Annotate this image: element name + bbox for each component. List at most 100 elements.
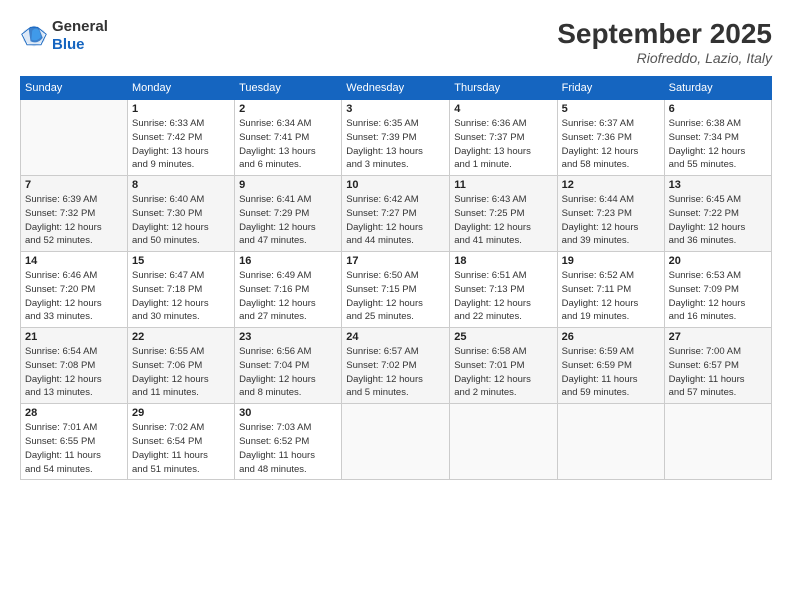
day-number: 6 [669, 103, 767, 115]
calendar-cell: 4Sunrise: 6:36 AMSunset: 7:37 PMDaylight… [450, 100, 557, 176]
weekday-header: Thursday [450, 77, 557, 100]
calendar-cell: 26 Sunrise: 6:59 AMSunset: 6:59 PMDayligh… [557, 328, 664, 404]
calendar: SundayMondayTuesdayWednesdayThursdayFrid… [20, 76, 772, 480]
calendar-cell: 14 Sunrise: 6:46 AMSunset: 7:20 PMDayligh… [21, 252, 128, 328]
weekday-header: Wednesday [342, 77, 450, 100]
calendar-week-row: 1 Sunrise: 6:33 AMSunset: 7:42 PMDaylight… [21, 100, 772, 176]
weekday-header: Saturday [664, 77, 771, 100]
calendar-cell: 2Sunrise: 6:34 AMSunset: 7:41 PMDaylight… [235, 100, 342, 176]
day-number: 20 [669, 255, 767, 267]
calendar-cell: 11 Sunrise: 6:43 AMSunset: 7:25 PMDayligh… [450, 176, 557, 252]
calendar-cell: 21Sunrise: 6:54 AMSunset: 7:08 PMDayligh… [21, 328, 128, 404]
calendar-cell [342, 404, 450, 480]
day-info: Sunrise: 6:45 AMSunset: 7:22 PMDaylight:… [669, 193, 767, 248]
calendar-cell: 10Sunrise: 6:42 AMSunset: 7:27 PMDayligh… [342, 176, 450, 252]
day-info: Sunrise: 6:47 AMSunset: 7:18 PMDaylight:… [132, 269, 230, 324]
day-number: 14 [25, 255, 123, 267]
calendar-cell: 8 Sunrise: 6:40 AMSunset: 7:30 PMDaylight… [128, 176, 235, 252]
calendar-cell [450, 404, 557, 480]
day-number: 9 [239, 179, 337, 191]
calendar-cell: 1 Sunrise: 6:33 AMSunset: 7:42 PMDaylight… [128, 100, 235, 176]
day-info: Sunrise: 6:33 AMSunset: 7:42 PMDaylight:… [132, 117, 230, 172]
weekday-header: Sunday [21, 77, 128, 100]
calendar-cell: 24 Sunrise: 6:57 AMSunset: 7:02 PMDayligh… [342, 328, 450, 404]
calendar-cell: 5Sunrise: 6:37 AMSunset: 7:36 PMDaylight… [557, 100, 664, 176]
day-number: 16 [239, 255, 337, 267]
day-number: 17 [346, 255, 445, 267]
day-info: Sunrise: 7:01 AMSunset: 6:55 PMDaylight:… [25, 421, 123, 476]
day-info: Sunrise: 7:00 AMSunset: 6:57 PMDaylight:… [669, 345, 767, 400]
day-info: Sunrise: 6:41 AMSunset: 7:29 PMDaylight:… [239, 193, 337, 248]
weekday-header: Monday [128, 77, 235, 100]
day-info: Sunrise: 6:42 AMSunset: 7:27 PMDaylight:… [346, 193, 445, 248]
page: General Blue September 2025 Riofreddo, L… [0, 0, 792, 612]
day-number: 7 [25, 179, 123, 191]
calendar-cell: 20Sunrise: 6:53 AMSunset: 7:09 PMDayligh… [664, 252, 771, 328]
logo-text: General Blue [52, 18, 108, 54]
day-info: Sunrise: 6:56 AMSunset: 7:04 PMDaylight:… [239, 345, 337, 400]
day-number: 8 [132, 179, 230, 191]
weekday-header: Tuesday [235, 77, 342, 100]
day-info: Sunrise: 6:51 AMSunset: 7:13 PMDaylight:… [454, 269, 552, 324]
calendar-cell [21, 100, 128, 176]
day-info: Sunrise: 6:50 AMSunset: 7:15 PMDaylight:… [346, 269, 445, 324]
calendar-cell: 6 Sunrise: 6:38 AMSunset: 7:34 PMDaylight… [664, 100, 771, 176]
day-info: Sunrise: 6:40 AMSunset: 7:30 PMDaylight:… [132, 193, 230, 248]
calendar-cell: 13 Sunrise: 6:45 AMSunset: 7:22 PMDayligh… [664, 176, 771, 252]
calendar-cell: 27 Sunrise: 7:00 AMSunset: 6:57 PMDayligh… [664, 328, 771, 404]
calendar-cell: 15 Sunrise: 6:47 AMSunset: 7:18 PMDayligh… [128, 252, 235, 328]
calendar-cell: 23 Sunrise: 6:56 AMSunset: 7:04 PMDayligh… [235, 328, 342, 404]
calendar-cell: 22 Sunrise: 6:55 AMSunset: 7:06 PMDayligh… [128, 328, 235, 404]
calendar-week-row: 7 Sunrise: 6:39 AMSunset: 7:32 PMDaylight… [21, 176, 772, 252]
day-number: 23 [239, 331, 337, 343]
calendar-cell [664, 404, 771, 480]
day-number: 12 [562, 179, 660, 191]
month-title: September 2025 [557, 18, 772, 50]
day-info: Sunrise: 6:59 AMSunset: 6:59 PMDaylight:… [562, 345, 660, 400]
day-info: Sunrise: 6:44 AMSunset: 7:23 PMDaylight:… [562, 193, 660, 248]
calendar-cell: 28 Sunrise: 7:01 AMSunset: 6:55 PMDayligh… [21, 404, 128, 480]
calendar-cell: 7 Sunrise: 6:39 AMSunset: 7:32 PMDaylight… [21, 176, 128, 252]
day-number: 1 [132, 103, 230, 115]
day-info: Sunrise: 6:34 AMSunset: 7:41 PMDaylight:… [239, 117, 337, 172]
day-number: 29 [132, 407, 230, 419]
weekday-header: Friday [557, 77, 664, 100]
calendar-cell: 19Sunrise: 6:52 AMSunset: 7:11 PMDayligh… [557, 252, 664, 328]
day-number: 11 [454, 179, 552, 191]
day-number: 27 [669, 331, 767, 343]
calendar-cell [557, 404, 664, 480]
day-info: Sunrise: 6:52 AMSunset: 7:11 PMDaylight:… [562, 269, 660, 324]
day-number: 22 [132, 331, 230, 343]
day-info: Sunrise: 6:55 AMSunset: 7:06 PMDaylight:… [132, 345, 230, 400]
day-info: Sunrise: 6:43 AMSunset: 7:25 PMDaylight:… [454, 193, 552, 248]
location: Riofreddo, Lazio, Italy [557, 50, 772, 66]
logo: General Blue [20, 18, 108, 54]
day-info: Sunrise: 6:35 AMSunset: 7:39 PMDaylight:… [346, 117, 445, 172]
day-number: 13 [669, 179, 767, 191]
calendar-week-row: 14 Sunrise: 6:46 AMSunset: 7:20 PMDayligh… [21, 252, 772, 328]
calendar-cell: 29 Sunrise: 7:02 AMSunset: 6:54 PMDayligh… [128, 404, 235, 480]
day-info: Sunrise: 6:46 AMSunset: 7:20 PMDaylight:… [25, 269, 123, 324]
day-number: 15 [132, 255, 230, 267]
day-number: 4 [454, 103, 552, 115]
day-number: 24 [346, 331, 445, 343]
day-info: Sunrise: 6:38 AMSunset: 7:34 PMDaylight:… [669, 117, 767, 172]
day-info: Sunrise: 6:39 AMSunset: 7:32 PMDaylight:… [25, 193, 123, 248]
day-number: 5 [562, 103, 660, 115]
day-info: Sunrise: 7:02 AMSunset: 6:54 PMDaylight:… [132, 421, 230, 476]
day-number: 18 [454, 255, 552, 267]
day-info: Sunrise: 6:57 AMSunset: 7:02 PMDaylight:… [346, 345, 445, 400]
calendar-cell: 3 Sunrise: 6:35 AMSunset: 7:39 PMDaylight… [342, 100, 450, 176]
day-number: 26 [562, 331, 660, 343]
logo-icon [20, 22, 48, 50]
day-number: 28 [25, 407, 123, 419]
day-number: 25 [454, 331, 552, 343]
day-info: Sunrise: 6:58 AMSunset: 7:01 PMDaylight:… [454, 345, 552, 400]
day-number: 3 [346, 103, 445, 115]
calendar-cell: 9 Sunrise: 6:41 AMSunset: 7:29 PMDaylight… [235, 176, 342, 252]
weekday-header-row: SundayMondayTuesdayWednesdayThursdayFrid… [21, 77, 772, 100]
calendar-week-row: 28 Sunrise: 7:01 AMSunset: 6:55 PMDayligh… [21, 404, 772, 480]
calendar-cell: 17 Sunrise: 6:50 AMSunset: 7:15 PMDayligh… [342, 252, 450, 328]
calendar-cell: 30Sunrise: 7:03 AMSunset: 6:52 PMDayligh… [235, 404, 342, 480]
day-number: 21 [25, 331, 123, 343]
